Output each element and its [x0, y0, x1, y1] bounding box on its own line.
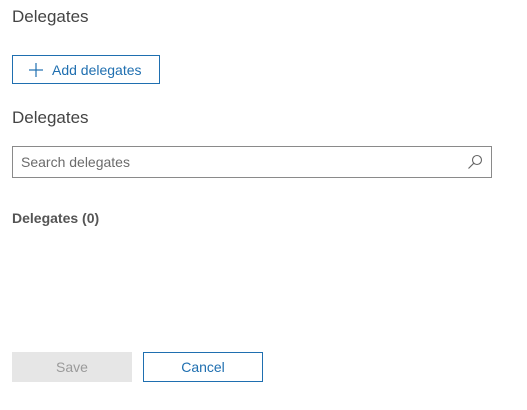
section-title: Delegates — [12, 108, 89, 127]
search-box — [12, 146, 492, 178]
plus-icon — [29, 62, 43, 77]
search-icon[interactable] — [467, 154, 483, 170]
save-button[interactable]: Save — [12, 352, 132, 382]
page-title: Delegates — [12, 7, 89, 26]
search-input[interactable] — [13, 147, 453, 177]
cancel-button[interactable]: Cancel — [143, 352, 263, 382]
add-delegates-button[interactable]: Add delegates — [12, 55, 160, 84]
add-delegates-label: Add delegates — [52, 61, 142, 78]
delegates-count-header: Delegates (0) — [12, 210, 100, 226]
delegates-panel: Delegates Add delegates Delegates Delega… — [0, 0, 527, 410]
